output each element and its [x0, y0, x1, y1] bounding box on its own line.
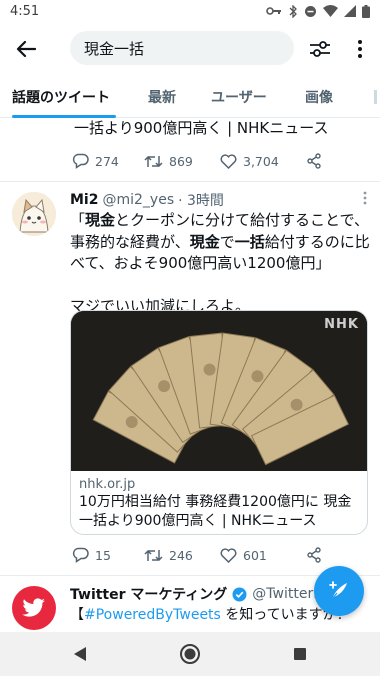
- retweet-count: 869: [169, 153, 193, 169]
- heart-icon: [220, 547, 237, 563]
- status-time: 4:51: [10, 3, 40, 19]
- tweet-time: · 3時間: [178, 193, 224, 209]
- link-card-image: NHK: [71, 311, 367, 471]
- search-input[interactable]: 現金一括: [70, 31, 294, 65]
- avatar[interactable]: [12, 586, 56, 630]
- reply-button[interactable]: 15: [72, 547, 144, 563]
- nhk-watermark: NHK: [324, 317, 359, 332]
- reply-icon: [72, 547, 89, 563]
- author-name[interactable]: Twitter マーケティング: [70, 584, 227, 604]
- compose-feather-icon: [329, 581, 347, 600]
- tweet-text-line-2: 事務的な経費が、現金で一括給付するのに比: [70, 232, 370, 251]
- tweet-text: 「現金とクーポンに分けて給付することで、 事務的な経費が、現金で一括給付するのに…: [70, 210, 370, 317]
- link-card-title: 10万円相当給付 事務経費1200億円に 現金一括より900億円高く | NHK…: [79, 494, 352, 529]
- more-vertical-icon: [363, 191, 367, 205]
- link-card-domain: nhk.or.jp: [79, 477, 136, 492]
- banknotes-image: [71, 311, 367, 471]
- reply-button[interactable]: 274: [72, 153, 144, 169]
- like-count: 3,704: [243, 153, 279, 169]
- share-icon: [307, 547, 321, 563]
- like-button[interactable]: 3,704: [220, 154, 306, 169]
- circle-home-icon: [180, 644, 200, 664]
- author-handle[interactable]: @mi2_yes: [102, 192, 174, 208]
- share-button[interactable]: [306, 153, 322, 169]
- tab-overflow-indicator: [374, 90, 377, 104]
- search-tabs: 話題のツイート 最新 ユーザー 画像: [0, 78, 380, 118]
- signal-icon: [344, 5, 356, 17]
- tweet-text: 【#PoweredByTweets を知っていますか？: [70, 607, 351, 623]
- retweet-button[interactable]: 869: [144, 154, 220, 169]
- tweet-header: Mi2 @mi2_yes · 3時間: [70, 190, 224, 210]
- back-button[interactable]: [2, 25, 50, 73]
- share-button[interactable]: [306, 547, 322, 563]
- nav-home-button[interactable]: [178, 642, 202, 666]
- hashtag-link[interactable]: #PoweredByTweets: [84, 607, 221, 623]
- tab-latest[interactable]: 最新: [148, 87, 176, 107]
- bluetooth-icon: [289, 4, 297, 18]
- vpn-key-icon: [266, 7, 281, 15]
- retweet-icon: [144, 155, 163, 167]
- wifi-icon: [323, 5, 338, 17]
- reply-count: 274: [95, 153, 119, 169]
- like-count: 601: [243, 547, 267, 563]
- more-vertical-icon: [358, 40, 362, 58]
- partial-tweet-actions: 274 869 3,704: [72, 151, 332, 171]
- partial-tweet-card-title[interactable]: 一括より900億円高く | NHKニュース: [74, 118, 374, 138]
- reply-count: 15: [95, 547, 111, 563]
- share-icon: [307, 153, 321, 169]
- search-query: 現金一括: [84, 39, 145, 58]
- system-navigation-bar: [0, 632, 380, 676]
- retweet-count: 246: [169, 547, 193, 563]
- tab-people[interactable]: ユーザー: [211, 87, 267, 107]
- tweet-menu-button[interactable]: [358, 188, 372, 208]
- status-icons: [266, 4, 370, 18]
- tweet-text-line-3: べて、およそ900億円高い1200億円」: [70, 254, 331, 272]
- reply-icon: [72, 153, 89, 169]
- author-name[interactable]: Mi2: [70, 192, 98, 208]
- search-filter-button[interactable]: [300, 30, 340, 68]
- retweet-icon: [144, 549, 163, 561]
- like-button[interactable]: 601: [220, 548, 306, 563]
- tweet-actions: 15 246 601: [72, 545, 332, 565]
- do-not-disturb-icon: [305, 5, 316, 17]
- nav-recents-button[interactable]: [288, 642, 312, 666]
- tab-photos[interactable]: 画像: [305, 87, 333, 107]
- arrow-left-icon: [16, 40, 36, 58]
- tab-top[interactable]: 話題のツイート: [12, 87, 110, 107]
- nav-back-button[interactable]: [68, 642, 92, 666]
- overflow-menu-button[interactable]: [346, 30, 374, 68]
- triangle-back-icon: [74, 647, 86, 661]
- twitter-bird-icon: [22, 598, 45, 617]
- compose-tweet-button[interactable]: [314, 566, 364, 616]
- verified-badge-icon: [232, 587, 247, 601]
- tweet-divider: [0, 181, 380, 182]
- cat-avatar-icon: [12, 192, 56, 236]
- search-toolbar: 現金一括: [0, 24, 380, 74]
- tweet-text-line-1: 「現金とクーポンに分けて給付することで、: [70, 211, 369, 229]
- square-recents-icon: [294, 648, 306, 660]
- avatar[interactable]: [12, 192, 56, 236]
- heart-icon: [220, 153, 237, 169]
- sliders-icon: [310, 41, 330, 57]
- status-bar: 4:51: [0, 0, 380, 22]
- link-card[interactable]: NHK nhk.or.jp 10万円相当給付 事務経費1200億円に 現金一括よ…: [70, 310, 368, 535]
- retweet-button[interactable]: 246: [144, 548, 220, 563]
- battery-icon: [362, 4, 370, 18]
- tweet-header: Twitter マーケティング @TwitterM: [70, 584, 325, 604]
